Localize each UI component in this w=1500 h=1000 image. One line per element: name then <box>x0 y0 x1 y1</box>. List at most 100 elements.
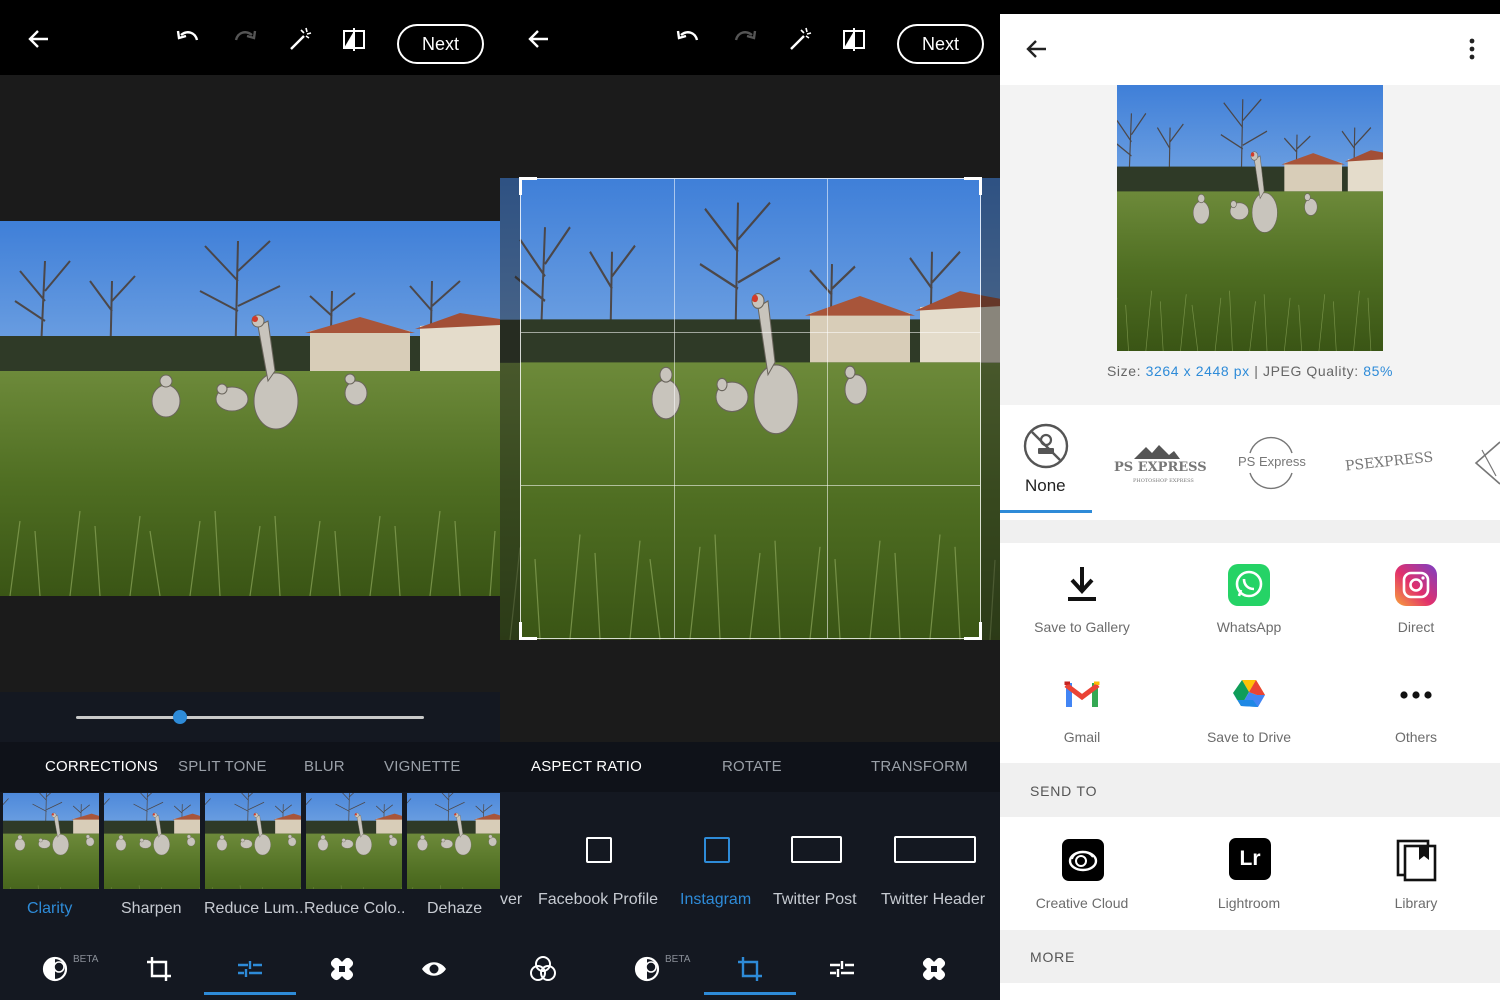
back-arrow-icon[interactable] <box>1024 36 1050 62</box>
back-arrow-icon[interactable] <box>526 26 552 52</box>
crop-tabs: ASPECT RATIO ROTATE TRANSFORM <box>500 742 1000 792</box>
next-button[interactable]: Next <box>397 24 484 64</box>
ratio-twitter-header-icon[interactable] <box>894 836 976 863</box>
size-quality-info: Size: 3264 x 2448 px | JPEG Quality: 85% <box>1000 363 1500 379</box>
redo-icon[interactable] <box>732 26 758 52</box>
ratio-facebook-profile-icon[interactable] <box>586 837 612 863</box>
send-label-creative-cloud[interactable]: Creative Cloud <box>999 895 1165 911</box>
library-icon[interactable] <box>1395 838 1437 882</box>
looks-icon[interactable] <box>41 955 69 983</box>
undo-icon[interactable] <box>175 26 201 52</box>
tab-aspect-ratio[interactable]: ASPECT RATIO <box>531 758 642 775</box>
undo-icon[interactable] <box>675 26 701 52</box>
google-drive-icon[interactable] <box>1227 673 1271 717</box>
share-label-save-to-drive[interactable]: Save to Drive <box>1166 729 1332 745</box>
tab-blur[interactable]: BLUR <box>304 758 345 775</box>
quality-prefix: | JPEG Quality: <box>1249 363 1364 379</box>
preset-thumb-clarity[interactable] <box>3 793 99 889</box>
ratio-label-partial[interactable]: ver <box>500 891 522 909</box>
ratio-instagram-icon[interactable] <box>704 837 730 863</box>
share-label-direct[interactable]: Direct <box>1333 619 1499 635</box>
intensity-slider-track[interactable] <box>76 716 424 719</box>
ratio-label-twitter-post[interactable]: Twitter Post <box>773 891 857 909</box>
tab-vignette[interactable]: VIGNETTE <box>384 758 461 775</box>
preset-label-sharpen[interactable]: Sharpen <box>121 900 182 918</box>
lightroom-icon[interactable]: Lr <box>1229 838 1271 880</box>
more-dots-icon[interactable] <box>1394 673 1438 717</box>
share-label-others[interactable]: Others <box>1333 729 1499 745</box>
send-to-section-header: SEND TO <box>1000 765 1500 817</box>
top-toolbar: Next <box>0 0 500 75</box>
instagram-icon[interactable] <box>1394 563 1438 607</box>
size-value: 3264 x 2448 px <box>1145 363 1250 379</box>
send-label-lightroom[interactable]: Lightroom <box>1166 895 1332 911</box>
crop-handle-bottom-right[interactable] <box>964 622 982 640</box>
watermark-option-ps-express-classic[interactable]: PS EXPRESS <box>1114 460 1207 475</box>
eye-preview-icon[interactable] <box>420 955 448 983</box>
looks-icon[interactable] <box>633 955 661 983</box>
share-label-whatsapp[interactable]: WhatsApp <box>1166 619 1332 635</box>
share-header <box>1000 14 1500 85</box>
send-label-library[interactable]: Library <box>1333 895 1499 911</box>
crop-icon[interactable] <box>736 955 764 983</box>
crop-top-toolbar: Next <box>500 0 1000 75</box>
compare-icon[interactable] <box>341 26 367 52</box>
next-button[interactable]: Next <box>897 24 984 64</box>
more-options-icon[interactable] <box>1462 36 1482 62</box>
healing-bandage-icon[interactable] <box>920 955 948 983</box>
nav-active-indicator <box>204 992 296 995</box>
watermark-active-indicator <box>1000 510 1092 513</box>
crop-handle-top-left[interactable] <box>519 177 537 195</box>
ratio-label-instagram[interactable]: Instagram <box>680 891 751 909</box>
tab-rotate[interactable]: ROTATE <box>722 758 782 775</box>
back-arrow-icon[interactable] <box>26 26 52 52</box>
compare-icon[interactable] <box>841 26 867 52</box>
crop-grid-line <box>674 179 675 638</box>
preset-thumb-reduce-luminance[interactable] <box>205 793 301 889</box>
blend-circles-icon[interactable] <box>529 955 557 983</box>
share-label-save-to-gallery[interactable]: Save to Gallery <box>999 619 1165 635</box>
crop-icon[interactable] <box>145 955 173 983</box>
ratio-label-facebook-profile[interactable]: Facebook Profile <box>538 891 658 909</box>
preset-label-dehaze[interactable]: Dehaze <box>427 900 482 918</box>
crop-bottom-nav: BETA <box>500 938 1000 1000</box>
watermark-none-label[interactable]: None <box>1025 476 1066 496</box>
redo-icon[interactable] <box>232 26 258 52</box>
beta-badge: BETA <box>665 954 691 965</box>
preset-thumb-dehaze[interactable] <box>407 793 500 889</box>
tab-corrections[interactable]: CORRECTIONS <box>45 758 158 775</box>
whatsapp-icon[interactable] <box>1227 563 1271 607</box>
more-list-start <box>1000 983 1500 1000</box>
creative-cloud-icon[interactable] <box>1061 838 1104 881</box>
healing-bandage-icon[interactable] <box>328 955 356 983</box>
watermark-option-ps-express-classic-sub: PHOTOSHOP EXPRESS <box>1133 478 1194 484</box>
send-to-title: SEND TO <box>1030 783 1098 799</box>
crop-grid-line <box>521 332 980 333</box>
crop-handle-bottom-left[interactable] <box>519 622 537 640</box>
tab-transform[interactable]: TRANSFORM <box>871 758 968 775</box>
preset-thumb-sharpen[interactable] <box>104 793 200 889</box>
gmail-icon[interactable] <box>1060 673 1104 717</box>
crop-handle-top-right[interactable] <box>964 177 982 195</box>
download-icon[interactable] <box>1060 563 1104 607</box>
share-label-gmail[interactable]: Gmail <box>999 729 1165 745</box>
watermark-none-icon[interactable] <box>1023 423 1069 469</box>
more-title: MORE <box>1030 949 1076 965</box>
watermark-option-ps-express-round[interactable]: PS Express <box>1238 454 1306 469</box>
watermark-option-partial-icon[interactable] <box>1474 440 1500 486</box>
magic-wand-icon[interactable] <box>787 26 813 52</box>
magic-wand-icon[interactable] <box>287 26 313 52</box>
ratio-twitter-post-icon[interactable] <box>791 836 842 863</box>
preset-label-reduce-color[interactable]: Reduce Colo.. <box>304 900 405 918</box>
ratio-label-twitter-header[interactable]: Twitter Header <box>881 891 985 909</box>
share-photo-preview <box>1117 85 1383 351</box>
crop-frame[interactable] <box>519 177 982 640</box>
preset-label-clarity[interactable]: Clarity <box>27 900 72 918</box>
preset-thumb-reduce-color[interactable] <box>306 793 402 889</box>
adjust-sliders-icon[interactable] <box>236 955 264 983</box>
aspect-ratio-options <box>500 792 1000 938</box>
preset-label-reduce-luminance[interactable]: Reduce Lum.. <box>204 900 304 918</box>
crop-grid-line <box>521 485 980 486</box>
adjust-sliders-icon[interactable] <box>828 955 856 983</box>
tab-split-tone[interactable]: SPLIT TONE <box>178 758 267 775</box>
